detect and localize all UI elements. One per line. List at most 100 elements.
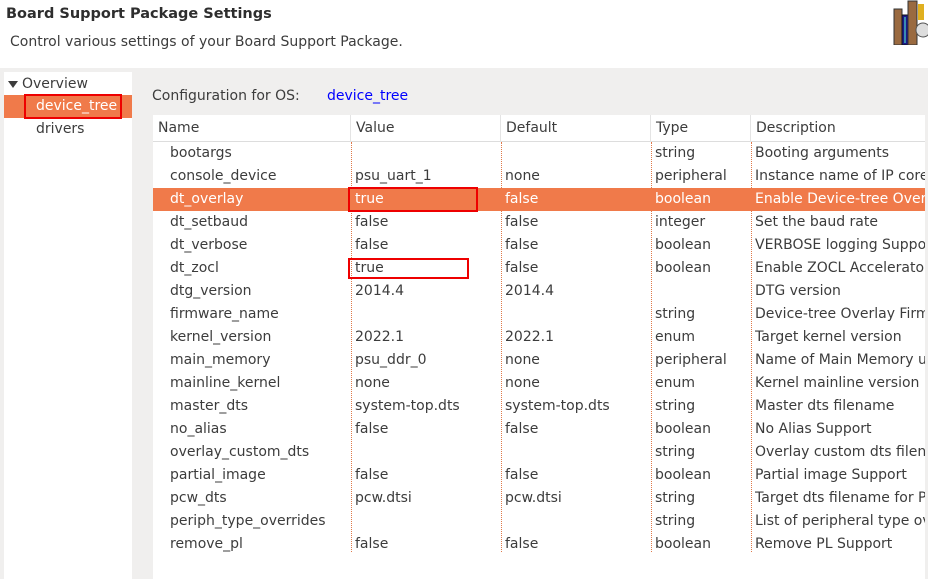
cell-value[interactable]: false [355,234,500,257]
cell-name: mainline_kernel [170,375,281,391]
cell-description: Booting arguments [755,145,890,161]
table-row[interactable]: kernel_version 2022.1 2022.1 enum Target ker… [153,326,925,349]
page-subtitle: Control various settings of your Board S… [10,34,403,50]
column-header-name[interactable]: Name [153,115,351,142]
table-row[interactable]: pcw_dts pcw.dtsi pcw.dtsi string Target dts … [153,487,925,510]
cell-value[interactable]: none [355,372,500,395]
cell-value[interactable]: false [355,211,500,234]
cell-type: string [655,513,696,529]
cell-description: VERBOSE logging Support [755,237,925,253]
cell-value[interactable]: psu_uart_1 [355,165,500,188]
cell-default: false [505,467,539,483]
cell-value[interactable]: false [355,464,500,487]
tree-item-drivers[interactable]: drivers [36,118,84,141]
table-row[interactable]: partial_image false false boolean Partial im… [153,464,925,487]
cell-description: Target kernel version [755,329,902,345]
cell-value[interactable]: pcw.dtsi [355,487,500,510]
cell-description: Overlay custom dts filenar [755,444,925,460]
table-row[interactable]: no_alias false false boolean No Alias Suppor… [153,418,925,441]
table-header: Name Value Default Type Description [153,115,925,142]
cell-default: none [505,375,540,391]
cell-type: boolean [655,237,711,253]
table-row[interactable]: main_memory psu_ddr_0 none peripheral Name o… [153,349,925,372]
table-row[interactable]: firmware_name string Device-tree Overlay F… [153,303,925,326]
cell-name: kernel_version [170,329,272,345]
cell-description: Enable ZOCL Accelerator p [755,260,925,276]
table-row[interactable]: console_device psu_uart_1 none peripheral In… [153,165,925,188]
cell-value[interactable] [355,142,500,165]
cell-type: integer [655,214,706,230]
column-header-description[interactable]: Description [751,115,925,142]
cell-default: none [505,352,540,368]
cell-description: List of peripheral type ove [755,513,925,529]
settings-table: Name Value Default Type Description boot… [153,115,925,579]
column-header-default[interactable]: Default [501,115,651,142]
cell-default: false [505,214,539,230]
cell-name: dt_setbaud [170,214,248,230]
table-row[interactable]: dtg_version 2014.4 2014.4 DTG version [153,280,925,303]
cell-default: system-top.dts [505,398,610,414]
cell-value[interactable]: false [355,418,500,441]
table-row[interactable]: mainline_kernel none none enum Kernel mainli… [153,372,925,395]
column-header-type[interactable]: Type [651,115,751,142]
cell-default [505,303,650,326]
cell-name: overlay_custom_dts [170,444,310,460]
table-row[interactable]: dt_zocl true false boolean Enable ZOCL Accel… [153,257,925,280]
cell-default: 2022.1 [505,329,554,345]
cell-value[interactable] [355,510,500,533]
cell-value[interactable]: false [355,533,500,556]
tree-item-overview[interactable]: Overview [8,76,88,92]
table-row[interactable]: dt_overlay true false boolean Enable Device-… [153,188,925,211]
cell-type: peripheral [655,168,727,184]
cell-value[interactable]: psu_ddr_0 [355,349,500,372]
cell-description: Enable Device-tree Overlay [755,191,925,207]
cell-default: pcw.dtsi [505,490,562,506]
column-header-value[interactable]: Value [351,115,501,142]
cell-type: string [655,490,696,506]
cell-type: boolean [655,191,711,207]
cell-name: console_device [170,168,277,184]
cell-value[interactable]: system-top.dts [355,395,500,418]
config-os-link[interactable]: device_tree [327,88,408,104]
cell-default: false [505,191,539,207]
cell-value[interactable] [355,441,500,464]
cell-name: dtg_version [170,283,252,299]
cell-description: Device-tree Overlay Firmw [755,306,925,322]
cell-name: main_memory [170,352,271,368]
table-row[interactable]: overlay_custom_dts string Overlay custom d… [153,441,925,464]
cell-value[interactable]: true [355,257,500,280]
cell-name: master_dts [170,398,249,414]
cell-value[interactable]: true [355,188,500,211]
cell-description: Kernel mainline version [755,375,920,391]
cell-name: partial_image [170,467,266,483]
tree-item-device-tree[interactable]: device_tree [36,95,117,118]
table-row[interactable]: master_dts system-top.dts system-top.dts st… [153,395,925,418]
cell-default [505,510,650,533]
cell-default: false [505,260,539,276]
os-tree: Overview device_tree drivers [4,72,132,579]
cell-default: none [505,168,540,184]
table-row[interactable]: dt_verbose false false boolean VERBOSE loggi… [153,234,925,257]
table-row[interactable]: bootargs string Booting arguments [153,142,925,165]
cell-type: string [655,145,696,161]
cell-description: Instance name of IP core f [755,168,925,184]
cell-default: false [505,536,539,552]
cell-name: dt_verbose [170,237,248,253]
cell-value[interactable] [355,303,500,326]
cell-value[interactable]: 2014.4 [355,280,500,303]
cell-name: dt_zocl [170,260,219,276]
cell-name: firmware_name [170,306,279,322]
cell-description: Set the baud rate [755,214,878,230]
cell-type: boolean [655,536,711,552]
cell-type [655,280,750,303]
bsp-books-icon [893,0,928,45]
cell-name: bootargs [170,145,232,161]
cell-type: string [655,398,696,414]
table-row[interactable]: dt_setbaud false false integer Set the baud … [153,211,925,234]
cell-description: Name of Main Memory us [755,352,925,368]
expand-triangle-icon[interactable] [8,80,18,88]
cell-type: string [655,306,696,322]
table-row[interactable]: periph_type_overrides string List of perip… [153,510,925,533]
cell-value[interactable]: 2022.1 [355,326,500,349]
table-row[interactable]: remove_pl false false boolean Remove PL Supp… [153,533,925,556]
